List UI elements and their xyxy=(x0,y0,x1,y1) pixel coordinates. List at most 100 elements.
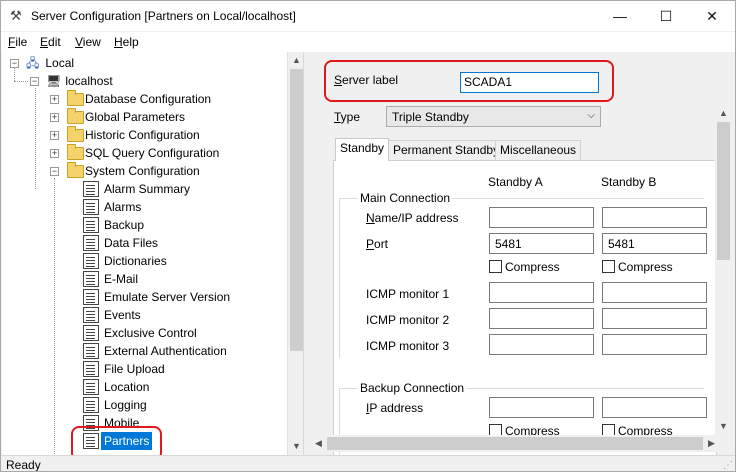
ip-address-text: P address xyxy=(369,401,424,415)
title-bar[interactable]: ⚒ Server Configuration [Partners on Loca… xyxy=(1,1,735,31)
properties-icon xyxy=(83,307,99,323)
backup-ip-a-input[interactable] xyxy=(489,397,594,418)
main-connection-group-label: Main Connection xyxy=(358,191,453,205)
tab-permanent-standby[interactable]: Permanent Standby xyxy=(388,140,505,161)
tree-node-alarms[interactable]: Alarms xyxy=(104,198,141,216)
tree-node-historic-configuration[interactable]: Historic Configuration xyxy=(85,126,200,144)
computer-icon: 🖥 xyxy=(46,74,62,88)
compress-b-checkbox[interactable] xyxy=(602,260,615,273)
tree-node-external-authentication[interactable]: External Authentication xyxy=(104,342,227,360)
collapse-toggle[interactable]: − xyxy=(50,167,59,176)
scroll-thumb[interactable] xyxy=(290,69,303,351)
collapse-toggle[interactable]: − xyxy=(10,59,19,68)
group-border xyxy=(339,198,357,199)
menu-edit[interactable]: Edit xyxy=(40,35,61,49)
menu-help[interactable]: Help xyxy=(114,35,139,49)
type-dropdown[interactable]: Triple Standby ⌵ xyxy=(386,106,601,127)
tree-node-data-files[interactable]: Data Files xyxy=(104,234,158,252)
configuration-tree[interactable]: − 🖧 Local − 🖥 localhost + Database Confi… xyxy=(2,52,304,455)
tree-node-exclusive-control[interactable]: Exclusive Control xyxy=(104,324,197,342)
folder-icon xyxy=(67,162,84,178)
name-ip-b-input[interactable] xyxy=(602,207,707,228)
menu-view[interactable]: View xyxy=(75,35,101,49)
tree-node-localhost[interactable]: 🖥 localhost xyxy=(46,72,113,90)
tree-node-location[interactable]: Location xyxy=(104,378,149,396)
icmp-monitor-2-label: ICMP monitor 2 xyxy=(366,313,450,327)
status-text: Ready xyxy=(6,458,41,472)
icmp-monitor-3-a-input[interactable] xyxy=(489,334,594,355)
properties-pane: Server label SCADA1 Type Triple Standby … xyxy=(310,52,735,455)
resize-grip-icon[interactable]: ⋰ xyxy=(723,460,733,471)
tree-connector xyxy=(35,88,36,189)
tree-node-global-parameters[interactable]: Global Parameters xyxy=(85,108,185,126)
menu-file[interactable]: File xyxy=(8,35,27,49)
type-caption: Type xyxy=(334,110,360,124)
chevron-down-icon: ⌵ xyxy=(587,110,595,121)
tab-standby[interactable]: Standby xyxy=(335,138,390,161)
scroll-down-icon[interactable]: ▼ xyxy=(715,418,732,435)
scroll-thumb[interactable] xyxy=(717,122,730,260)
status-bar: Ready ⋰ xyxy=(1,455,735,472)
standby-tab-panel: Standby A Standby B Main Connection Name… xyxy=(333,160,717,455)
properties-icon xyxy=(83,235,99,251)
icmp-monitor-2-a-input[interactable] xyxy=(489,308,594,329)
backup-ip-b-input[interactable] xyxy=(602,397,707,418)
menu-bar: File Edit View Help xyxy=(1,32,735,52)
expand-toggle[interactable]: + xyxy=(50,131,59,140)
tree-node-database-configuration[interactable]: Database Configuration xyxy=(85,90,211,108)
tab-miscellaneous[interactable]: Miscellaneous xyxy=(495,140,582,161)
port-a-input[interactable]: 5481 xyxy=(489,233,594,254)
scroll-down-icon[interactable]: ▼ xyxy=(288,438,303,455)
tree-node-dictionaries[interactable]: Dictionaries xyxy=(104,252,167,270)
icmp-monitor-1-b-input[interactable] xyxy=(602,282,707,303)
server-label-text: erver label xyxy=(342,73,399,87)
server-label-caption: Server label xyxy=(334,73,398,87)
tree-node-logging[interactable]: Logging xyxy=(104,396,147,414)
tree-node-sql-query-configuration[interactable]: SQL Query Configuration xyxy=(85,144,219,162)
expand-toggle[interactable]: + xyxy=(50,113,59,122)
port-b-input[interactable]: 5481 xyxy=(602,233,707,254)
menu-edit-label: dit xyxy=(48,35,61,49)
scroll-up-icon[interactable]: ▲ xyxy=(288,52,303,69)
maximize-button[interactable]: ☐ xyxy=(643,1,689,31)
tree-node-local[interactable]: 🖧 Local xyxy=(26,54,74,72)
compress-b-label: Compress xyxy=(618,260,673,274)
icmp-monitor-3-label: ICMP monitor 3 xyxy=(366,339,450,353)
expand-toggle[interactable]: + xyxy=(50,149,59,158)
scroll-thumb[interactable] xyxy=(327,437,703,450)
tree-node-file-upload[interactable]: File Upload xyxy=(104,360,165,378)
name-ip-a-input[interactable] xyxy=(489,207,594,228)
port-mnemonic: P xyxy=(366,237,375,251)
expand-toggle[interactable]: + xyxy=(50,95,59,104)
collapse-toggle[interactable]: − xyxy=(30,77,39,86)
group-border xyxy=(452,388,704,389)
minimize-button[interactable]: — xyxy=(597,1,643,31)
properties-icon xyxy=(83,397,99,413)
icmp-monitor-1-a-input[interactable] xyxy=(489,282,594,303)
tree-node-alarm-summary[interactable]: Alarm Summary xyxy=(104,180,190,198)
panel-horizontal-scrollbar[interactable]: ◀ ▶ xyxy=(310,435,732,452)
scroll-right-icon[interactable]: ▶ xyxy=(703,435,720,452)
close-button[interactable]: ✕ xyxy=(689,1,735,31)
compress-a-checkbox[interactable] xyxy=(489,260,502,273)
menu-help-mnemonic: H xyxy=(114,35,123,49)
type-text: ype xyxy=(340,110,361,124)
scroll-left-icon[interactable]: ◀ xyxy=(310,435,327,452)
group-border xyxy=(339,198,340,358)
tree-connector xyxy=(54,178,55,455)
properties-icon xyxy=(83,325,99,341)
icmp-monitor-3-b-input[interactable] xyxy=(602,334,707,355)
tree-vertical-scrollbar[interactable]: ▲ ▼ xyxy=(287,52,303,455)
tree-node-events[interactable]: Events xyxy=(104,306,141,324)
tree-node-e-mail[interactable]: E-Mail xyxy=(104,270,138,288)
server-label-mnemonic: S xyxy=(334,73,343,87)
tree-node-system-configuration[interactable]: System Configuration xyxy=(85,162,200,180)
tree-node-emulate-server-version[interactable]: Emulate Server Version xyxy=(104,288,230,306)
icmp-monitor-2-b-input[interactable] xyxy=(602,308,707,329)
scroll-up-icon[interactable]: ▲ xyxy=(715,105,732,122)
panel-vertical-scrollbar[interactable]: ▲ ▼ xyxy=(715,105,732,435)
tree-node-local-label: Local xyxy=(45,56,75,70)
server-label-input[interactable]: SCADA1 xyxy=(460,72,599,93)
tree-node-localhost-label: localhost xyxy=(65,74,113,88)
tree-node-backup[interactable]: Backup xyxy=(104,216,144,234)
